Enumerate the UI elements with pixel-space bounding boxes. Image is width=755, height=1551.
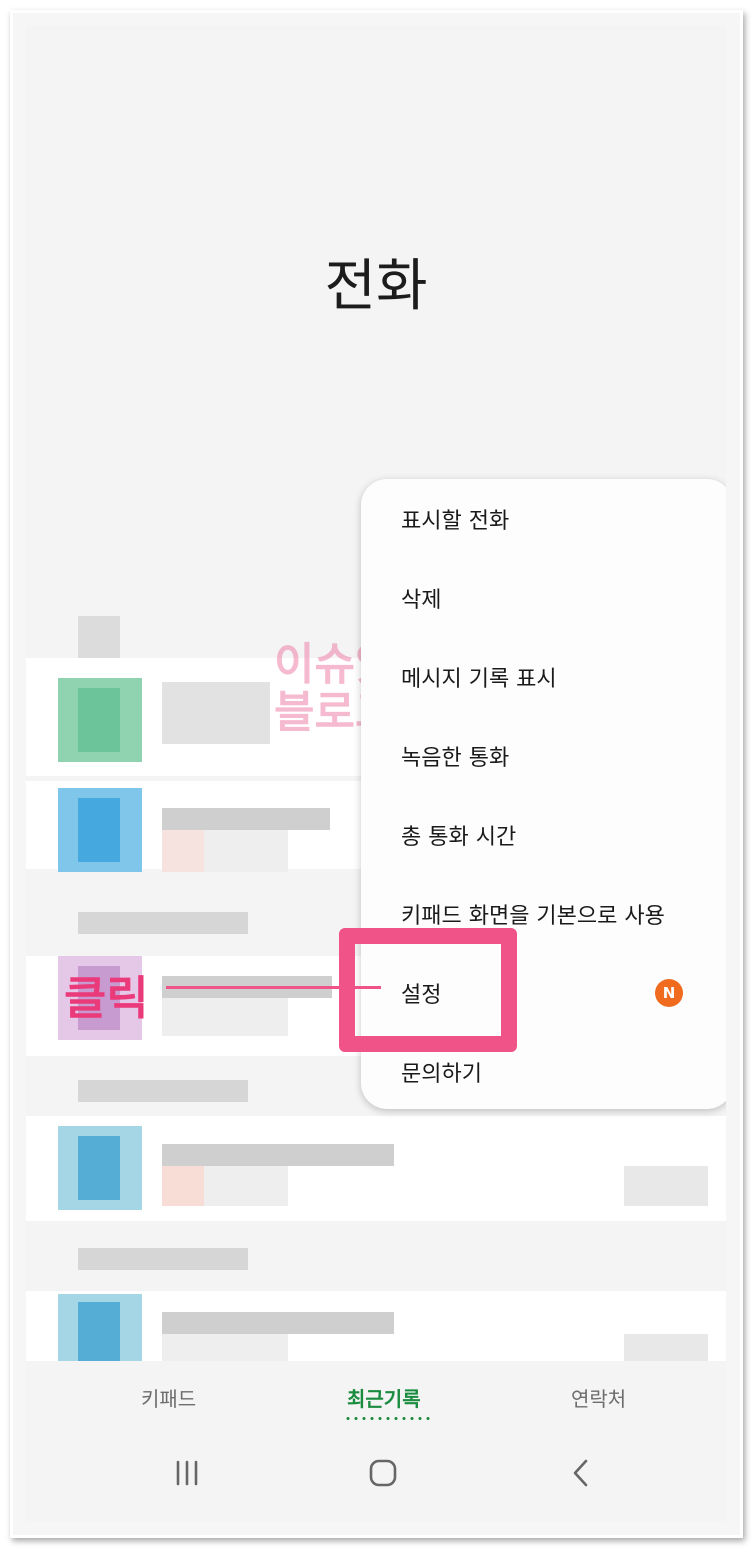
blurred-name [162,808,330,830]
home-icon[interactable] [368,1458,398,1492]
bottom-tab-bar: 키패드 최근기록 연락처 [26,1361,726,1431]
avatar [78,1136,120,1200]
avatar [78,798,120,862]
blurred-name [162,1144,394,1166]
page-title: 전화 [324,254,428,319]
blurred-header [78,1080,248,1102]
active-tab-indicator [344,1417,432,1420]
blurred-name [162,682,270,744]
blurred-header [78,616,120,658]
new-badge: N [655,979,683,1007]
annotation-highlight-box [339,928,517,1052]
avatar [78,688,120,752]
system-navigation-bar [26,1446,726,1522]
blurred-detail [162,998,288,1036]
annotation-label: 클릭 [64,971,149,1025]
phone-screen: 전화 이슈있슈 표시할 전화 삭제 메시지 기록 표시 녹음한 통화 총 통화 … [26,26,726,1522]
menu-item-delete[interactable]: 삭제 [401,582,441,614]
tab-keypad[interactable]: 키패드 [141,1383,196,1412]
menu-item-total-call-time[interactable]: 총 통화 시간 [401,819,516,851]
blurred-detail [162,1166,204,1206]
back-icon[interactable] [566,1458,596,1492]
phone-frame: 전화 이슈있슈 표시할 전화 삭제 메시지 기록 표시 녹음한 통화 총 통화 … [10,10,743,1538]
blurred-header [78,912,248,934]
menu-item-keypad-default[interactable]: 키패드 화면을 기본으로 사용 [401,898,665,930]
menu-item-recorded-calls[interactable]: 녹음한 통화 [401,740,509,772]
menu-item-contact-us[interactable]: 문의하기 [401,1056,482,1088]
blurred-name [162,1312,394,1334]
avatar [78,1302,120,1364]
tab-recents[interactable]: 최근기록 [347,1383,421,1412]
blurred-detail [162,1334,288,1364]
blurred-header [78,1248,248,1270]
blurred-time [624,1166,708,1206]
menu-item-show-message-history[interactable]: 메시지 기록 표시 [401,661,557,693]
menu-item-show-calls[interactable]: 표시할 전화 [401,503,509,535]
blurred-time [624,1334,708,1364]
recent-apps-icon[interactable] [172,1458,202,1492]
blurred-detail [162,830,204,872]
tab-contacts[interactable]: 연락처 [571,1383,626,1412]
